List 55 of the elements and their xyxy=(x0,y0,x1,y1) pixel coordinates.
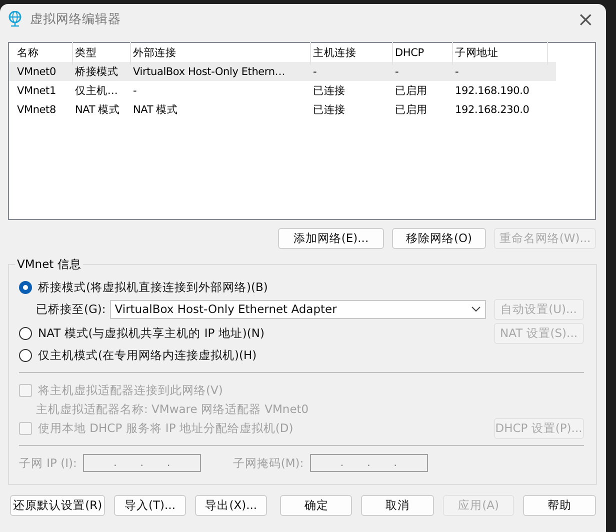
table-cell-text: 192.168.190.0 xyxy=(454,84,530,96)
checkbox-label: 使用本地 DHCP 服务将 IP 地址分配给虚拟机(D) xyxy=(38,420,294,436)
dialog-button[interactable]: 导出(X)... xyxy=(194,495,268,516)
table-cell-text: VMnet0 xyxy=(16,66,57,78)
table-cell-text: VirtualBox Host-Only Ethern… xyxy=(132,66,286,78)
bridged-to-dropdown[interactable]: VirtualBox Host-Only Ethernet Adapter xyxy=(110,300,486,318)
close-button[interactable]: × xyxy=(573,7,598,31)
table-cell-text: 已启用 xyxy=(394,102,428,116)
dialog-button[interactable]: 还原默认设置(R) xyxy=(10,495,106,516)
dialog-button[interactable]: 取消 xyxy=(361,495,434,516)
table-cell-text: - xyxy=(312,66,318,78)
table-cell-text: 192.168.230.0 xyxy=(454,104,530,116)
table-cell-text: NAT 模式 xyxy=(132,102,179,116)
field-label: 已桥接至(G): xyxy=(36,302,106,316)
checkbox-label: 将主机虚拟适配器连接到此网络(V) xyxy=(38,382,223,398)
ip-dot: . xyxy=(394,458,397,468)
network-button[interactable]: 移除网络(O) xyxy=(392,228,486,249)
field-label: 子网 IP (I): xyxy=(19,456,77,470)
adapter-name-text: 主机虚拟适配器名称: VMware 网络适配器 VMnet0 xyxy=(36,402,309,416)
table-cell-text: VMnet1 xyxy=(16,84,57,96)
group-title: VMnet 信息 xyxy=(16,257,82,272)
ip-dot: . xyxy=(166,458,170,468)
chevron-down-icon xyxy=(470,306,481,312)
table-cell-text: 已连接 xyxy=(312,102,346,116)
dialog-button[interactable]: 帮助 xyxy=(523,495,596,516)
table-cell-text: 仅主机… xyxy=(74,84,119,98)
table-cell-text: - xyxy=(394,66,400,78)
ip-dot: . xyxy=(140,458,144,468)
field-label: 子网掩码(M): xyxy=(232,456,304,470)
table-cell-text: 已启用 xyxy=(394,84,428,98)
radio-button[interactable] xyxy=(19,348,32,362)
ip-input-field[interactable]: . . . xyxy=(310,454,428,472)
table-cell-text: - xyxy=(132,84,138,96)
dialog-button[interactable]: 确定 xyxy=(280,495,352,516)
table-cell-text: NAT 模式 xyxy=(74,102,121,116)
globe-icon xyxy=(8,11,22,27)
table-row[interactable]: VMnet0 桥接模式 VirtualBox Host-Only Ethern… - - - xyxy=(9,62,556,81)
table-row[interactable]: VMnet1 仅主机… - 已连接 已启用 192.168.190.0 xyxy=(9,81,556,100)
radio-label: 桥接模式(将虚拟机直接连接到外部网络)(B) xyxy=(38,280,268,294)
radio-button[interactable] xyxy=(19,326,32,340)
radio-label: NAT 模式(与虚拟机共享主机的 IP 地址)(N) xyxy=(38,326,264,340)
table-cell-text: - xyxy=(454,66,460,78)
ip-dot: . xyxy=(114,458,117,468)
dialog-button[interactable]: 导入(T)... xyxy=(114,495,186,516)
ip-dot: . xyxy=(340,458,344,468)
table-cell-text: 桥接模式 xyxy=(74,64,120,78)
ip-input-field[interactable]: . . . xyxy=(82,454,201,472)
radio-button[interactable] xyxy=(19,280,32,294)
table-cell-text: VMnet8 xyxy=(16,104,57,116)
radio-label: 仅主机模式(在专用网络内连接虚拟机)(H) xyxy=(38,348,257,362)
network-button[interactable]: 添加网络(E)... xyxy=(278,228,384,249)
ip-dot: . xyxy=(367,458,370,468)
window-title: 虚拟网络编辑器 xyxy=(30,10,122,28)
table-cell-text: 已连接 xyxy=(312,84,346,98)
table-row[interactable]: VMnet8 NAT 模式 NAT 模式 已连接 已启用 192.168.230.0 xyxy=(9,100,556,119)
